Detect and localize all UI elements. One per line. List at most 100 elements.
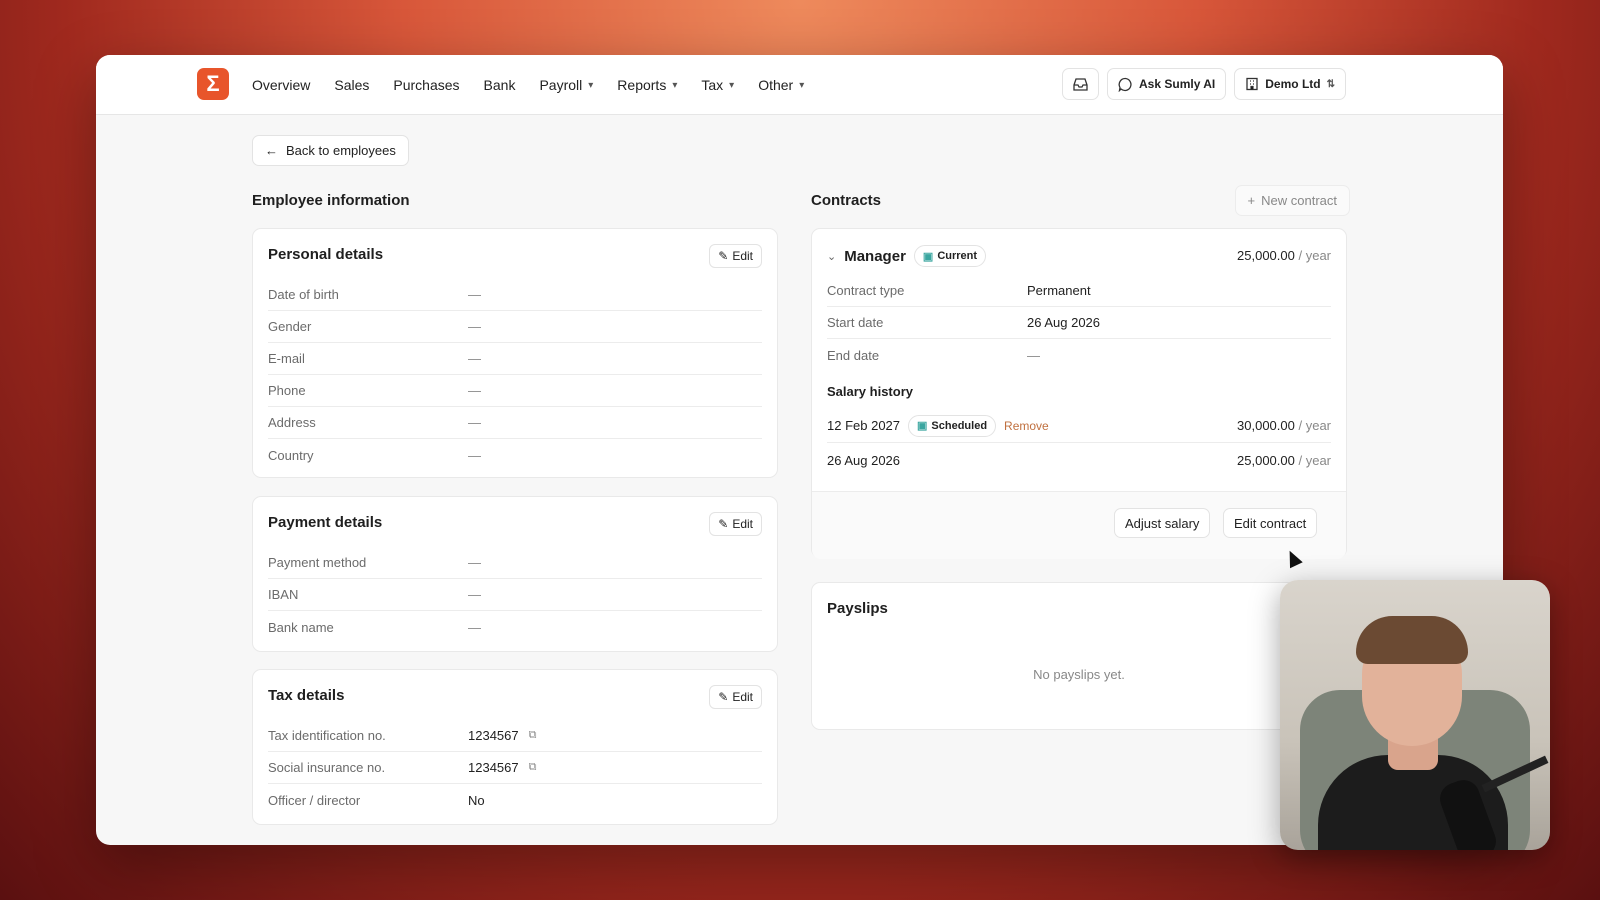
row-label: IBAN: [268, 587, 299, 602]
new-contract-label: New contract: [1261, 193, 1337, 208]
row-value: —: [468, 415, 481, 430]
contract-rows: Contract type Permanent Start date 26 Aug …: [827, 275, 1331, 371]
chevron-down-icon[interactable]: ⌄: [827, 250, 836, 263]
pencil-icon: ✎: [718, 517, 729, 531]
chat-bubble-icon: [1118, 77, 1132, 92]
table-row: Date of birth —: [268, 279, 762, 311]
table-row: IBAN —: [268, 579, 762, 611]
nav-label: Other: [758, 77, 794, 93]
list-item: 12 Feb 2027 ▣ Scheduled Remove 30,000.00 …: [827, 409, 1331, 443]
edit-label: Edit: [732, 249, 753, 263]
plus-icon: +: [1247, 193, 1256, 208]
remove-link[interactable]: Remove: [1004, 419, 1049, 433]
card-title: Payment details: [268, 514, 383, 531]
calendar-icon: ▣: [917, 420, 928, 432]
sumly-logo[interactable]: Σ: [197, 68, 229, 100]
nav-label: Reports: [617, 77, 667, 93]
row-value: —: [468, 383, 481, 398]
table-row: Officer / director No: [268, 784, 762, 816]
edit-contract-button[interactable]: Edit contract: [1223, 508, 1318, 538]
new-contract-button[interactable]: + New contract: [1234, 185, 1350, 216]
row-label: Officer / director: [268, 792, 361, 808]
tax-rows: Tax identification no. 1234567 ⧉ Social in…: [268, 720, 762, 816]
copy-icon[interactable]: ⧉: [529, 729, 537, 742]
badge-label: Scheduled: [931, 419, 988, 432]
salary-unit: / year: [1298, 248, 1331, 263]
edit-personal-button[interactable]: ✎ Edit: [709, 244, 762, 268]
row-label: Gender: [268, 319, 312, 334]
table-row: Country —: [268, 439, 762, 471]
row-label: Payment method: [268, 555, 367, 570]
row-value: No: [468, 792, 485, 808]
row-label: Social insurance no.: [268, 760, 386, 775]
list-item: 26 Aug 2026 25,000.00 / year: [827, 443, 1331, 477]
contract-card: ⌄ Manager ▣ Current 25,000.00 / year Cont…: [811, 228, 1347, 559]
nav-reports[interactable]: Reports ▾: [617, 77, 677, 93]
nav-tax[interactable]: Tax ▾: [701, 77, 734, 93]
table-row: Start date 26 Aug 2026: [827, 307, 1331, 339]
payslips-card: Payslips No payslips yet.: [811, 582, 1347, 730]
row-value: 1234567: [468, 760, 519, 775]
contract-footer: Adjust salary Edit contract: [812, 491, 1346, 559]
card-title: Tax details: [268, 687, 345, 704]
nav-payroll[interactable]: Payroll ▾: [539, 77, 593, 93]
ask-ai-button[interactable]: Ask Sumly AI: [1107, 68, 1227, 100]
nav-sales[interactable]: Sales: [334, 77, 369, 93]
row-label: Country: [268, 447, 314, 463]
employee-info-title: Employee information: [252, 192, 410, 209]
payment-details-card: Payment details ✎ Edit Payment method — I…: [252, 496, 778, 652]
inbox-button[interactable]: [1062, 68, 1100, 100]
back-to-employees-button[interactable]: ← Back to employees: [252, 135, 409, 166]
row-label: Start date: [827, 315, 884, 330]
empty-state-text: No payslips yet.: [1033, 667, 1125, 682]
building-icon: [1246, 77, 1258, 91]
table-row: End date —: [827, 339, 1331, 371]
main-nav: Overview Sales Purchases Bank Payroll ▾ R…: [252, 55, 804, 115]
contract-header: ⌄ Manager ▣ Current: [827, 245, 987, 267]
salary-history-title: Salary history: [827, 384, 913, 399]
edit-label: Edit: [732, 690, 753, 704]
row-label: E-mail: [268, 351, 305, 366]
history-unit: / year: [1298, 418, 1331, 433]
table-row: Tax identification no. 1234567 ⧉: [268, 720, 762, 752]
edit-payment-button[interactable]: ✎ Edit: [709, 512, 762, 536]
contract-salary: 25,000.00 / year: [1237, 248, 1331, 263]
row-value: 1234567: [468, 728, 519, 743]
pencil-icon: ✎: [718, 690, 729, 704]
chevron-updown-icon: ⇅: [1326, 78, 1335, 90]
row-label: Tax identification no.: [268, 728, 386, 743]
chevron-down-icon: ▾: [799, 79, 805, 91]
copy-icon[interactable]: ⧉: [529, 761, 537, 774]
back-label: Back to employees: [286, 143, 396, 158]
company-switcher[interactable]: Demo Ltd ⇅: [1234, 68, 1346, 100]
row-value: —: [468, 555, 481, 570]
inbox-icon: [1073, 77, 1088, 91]
history-unit: / year: [1298, 452, 1331, 468]
pencil-icon: ✎: [718, 249, 729, 263]
nav-overview[interactable]: Overview: [252, 77, 310, 93]
salary-value: 25,000.00: [1237, 248, 1295, 263]
card-title: Personal details: [268, 246, 384, 263]
chevron-down-icon: ▾: [672, 79, 678, 91]
card-title: Payslips: [827, 600, 888, 617]
row-value: Permanent: [1027, 283, 1091, 298]
edit-tax-button[interactable]: ✎ Edit: [709, 685, 762, 709]
table-row: Bank name —: [268, 611, 762, 643]
row-value: —: [468, 351, 481, 366]
contracts-title: Contracts: [811, 192, 882, 209]
row-value: —: [468, 287, 481, 302]
history-amount: 30,000.00: [1237, 418, 1295, 433]
row-label: Address: [268, 415, 316, 430]
nav-other[interactable]: Other ▾: [758, 77, 804, 93]
nav-purchases[interactable]: Purchases: [393, 77, 459, 93]
row-value: —: [468, 447, 481, 463]
history-amount: 25,000.00: [1237, 452, 1295, 468]
nav-bank[interactable]: Bank: [484, 77, 516, 93]
scheduled-badge: ▣ Scheduled: [908, 414, 997, 437]
row-value: —: [468, 319, 481, 334]
table-row: Phone —: [268, 375, 762, 407]
ask-ai-label: Ask Sumly AI: [1139, 77, 1216, 91]
adjust-salary-button[interactable]: Adjust salary: [1114, 508, 1211, 538]
row-label: End date: [827, 347, 880, 363]
edit-label: Edit: [732, 517, 753, 531]
